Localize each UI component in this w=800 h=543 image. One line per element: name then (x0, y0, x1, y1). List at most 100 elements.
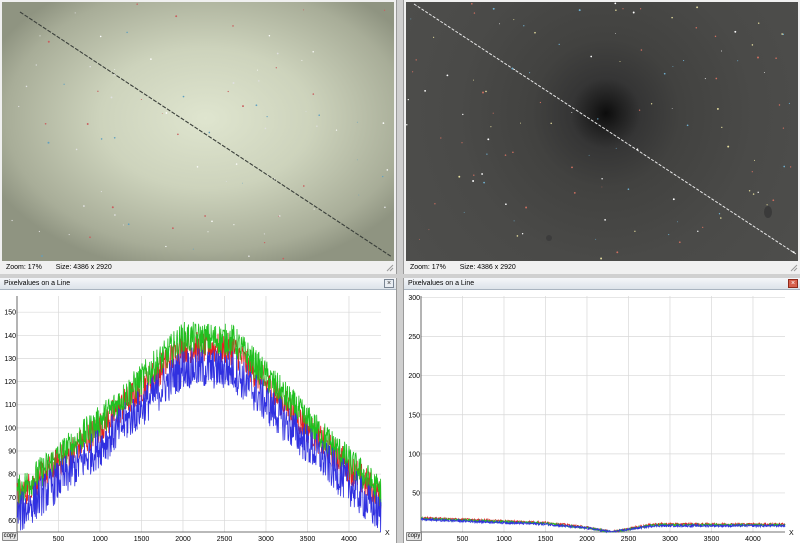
y-tick-label: 140 (4, 333, 16, 340)
star-dot (114, 69, 116, 71)
star-dot (227, 90, 229, 93)
star-dot (113, 74, 115, 76)
x-tick-label: 3500 (704, 536, 720, 543)
star-dot (86, 123, 89, 125)
plot-window-title-bar[interactable]: Pixelvalues on a Line × (0, 278, 396, 290)
star-dot (490, 126, 492, 128)
star-dot (440, 137, 442, 139)
y-tick-label: 250 (408, 334, 420, 341)
y-tick-label: 150 (4, 310, 16, 317)
plot-window-title-bar[interactable]: Pixelvalues on a Line × (404, 278, 800, 290)
star-dot (196, 166, 199, 168)
star-dot (386, 169, 389, 171)
star-dot (571, 112, 573, 114)
star-dot (335, 129, 338, 131)
star-dot (18, 105, 20, 108)
x-tick-label: 500 (53, 536, 65, 543)
close-button[interactable]: × (384, 279, 394, 288)
star-dot (614, 2, 617, 5)
x-tick-label: 1000 (496, 536, 512, 543)
star-dot (775, 57, 777, 59)
star-dot (232, 82, 235, 84)
star-dot (486, 153, 488, 155)
star-dot (410, 18, 412, 20)
star-dot (757, 56, 759, 59)
size-label: Size: 4386 x 2920 (55, 264, 112, 271)
star-dot (165, 245, 167, 248)
vertical-splitter[interactable] (396, 0, 404, 543)
star-dot (663, 72, 666, 75)
star-dot (312, 51, 314, 53)
astro-image-dark[interactable] (406, 2, 798, 261)
star-dot (232, 25, 234, 27)
x-tick-label: 2500 (217, 536, 233, 543)
star-dot (275, 67, 277, 69)
star-dot (512, 151, 514, 154)
star-dot (136, 3, 138, 5)
status-bar-left: Zoom: 17% Size: 4386 x 2920 (0, 261, 396, 274)
resize-grip-icon[interactable] (790, 264, 798, 272)
astro-image-bright[interactable] (2, 2, 394, 261)
star-dot (233, 224, 235, 226)
star-dot (38, 230, 41, 233)
status-bar-right: Zoom: 17% Size: 4386 x 2920 (404, 261, 800, 274)
star-dot (463, 211, 465, 213)
star-dot (718, 213, 721, 215)
star-dot (161, 112, 163, 114)
star-dot (704, 78, 706, 80)
y-tick-label: 60 (8, 518, 16, 525)
star-dot (412, 71, 414, 73)
star-dot (462, 113, 464, 116)
star-dot (721, 50, 722, 52)
star-dot (301, 59, 303, 61)
star-dot (716, 107, 719, 110)
star-dot (472, 180, 475, 182)
star-dot (588, 154, 590, 156)
star-dot (150, 58, 152, 60)
star-dot (140, 98, 142, 101)
star-dot (752, 193, 755, 195)
star-dot (734, 30, 737, 33)
star-dot (792, 251, 795, 254)
image-pane-left[interactable]: Zoom: 17% Size: 4386 x 2920 (0, 0, 396, 274)
star-dot (276, 52, 279, 55)
star-dot (604, 219, 606, 221)
x-tick-label: 2500 (621, 536, 637, 543)
star-dot (627, 188, 630, 190)
star-dot (595, 238, 597, 240)
x-tick-label: 1000 (92, 536, 108, 543)
star-dot (751, 44, 754, 46)
star-dot (539, 101, 542, 104)
star-dot (446, 74, 449, 77)
copy-button[interactable]: copy (2, 532, 18, 541)
close-button[interactable]: × (788, 279, 798, 288)
star-dot (668, 234, 670, 236)
star-dot (172, 227, 174, 230)
star-dot (264, 127, 267, 130)
star-dot (313, 208, 315, 210)
star-dot (702, 226, 704, 229)
star-dot (511, 67, 514, 70)
resize-grip-icon[interactable] (386, 264, 394, 272)
star-dot (578, 9, 581, 12)
star-dot (428, 229, 430, 231)
star-dot (39, 35, 41, 37)
star-dot (727, 145, 730, 148)
star-dot (789, 166, 792, 168)
plot-pane-right: Pixelvalues on a Line × 500 1000 1500 2000 2… (404, 278, 800, 543)
star-dot (783, 165, 786, 168)
zoom-label: Zoom: 17% (6, 264, 42, 271)
star-dot (638, 109, 641, 111)
star-dot (415, 59, 417, 61)
copy-button[interactable]: copy (406, 532, 422, 541)
star-dot (418, 238, 420, 240)
image-pane-right[interactable]: Zoom: 17% Size: 4386 x 2920 (404, 0, 800, 274)
star-dot (473, 174, 475, 176)
star-dot (127, 223, 130, 226)
star-dot (63, 83, 65, 85)
plot-window-title: Pixelvalues on a Line (4, 280, 71, 287)
star-dot (241, 182, 243, 184)
star-dot (650, 103, 653, 105)
star-dot (615, 147, 617, 149)
star-dot (47, 40, 50, 43)
